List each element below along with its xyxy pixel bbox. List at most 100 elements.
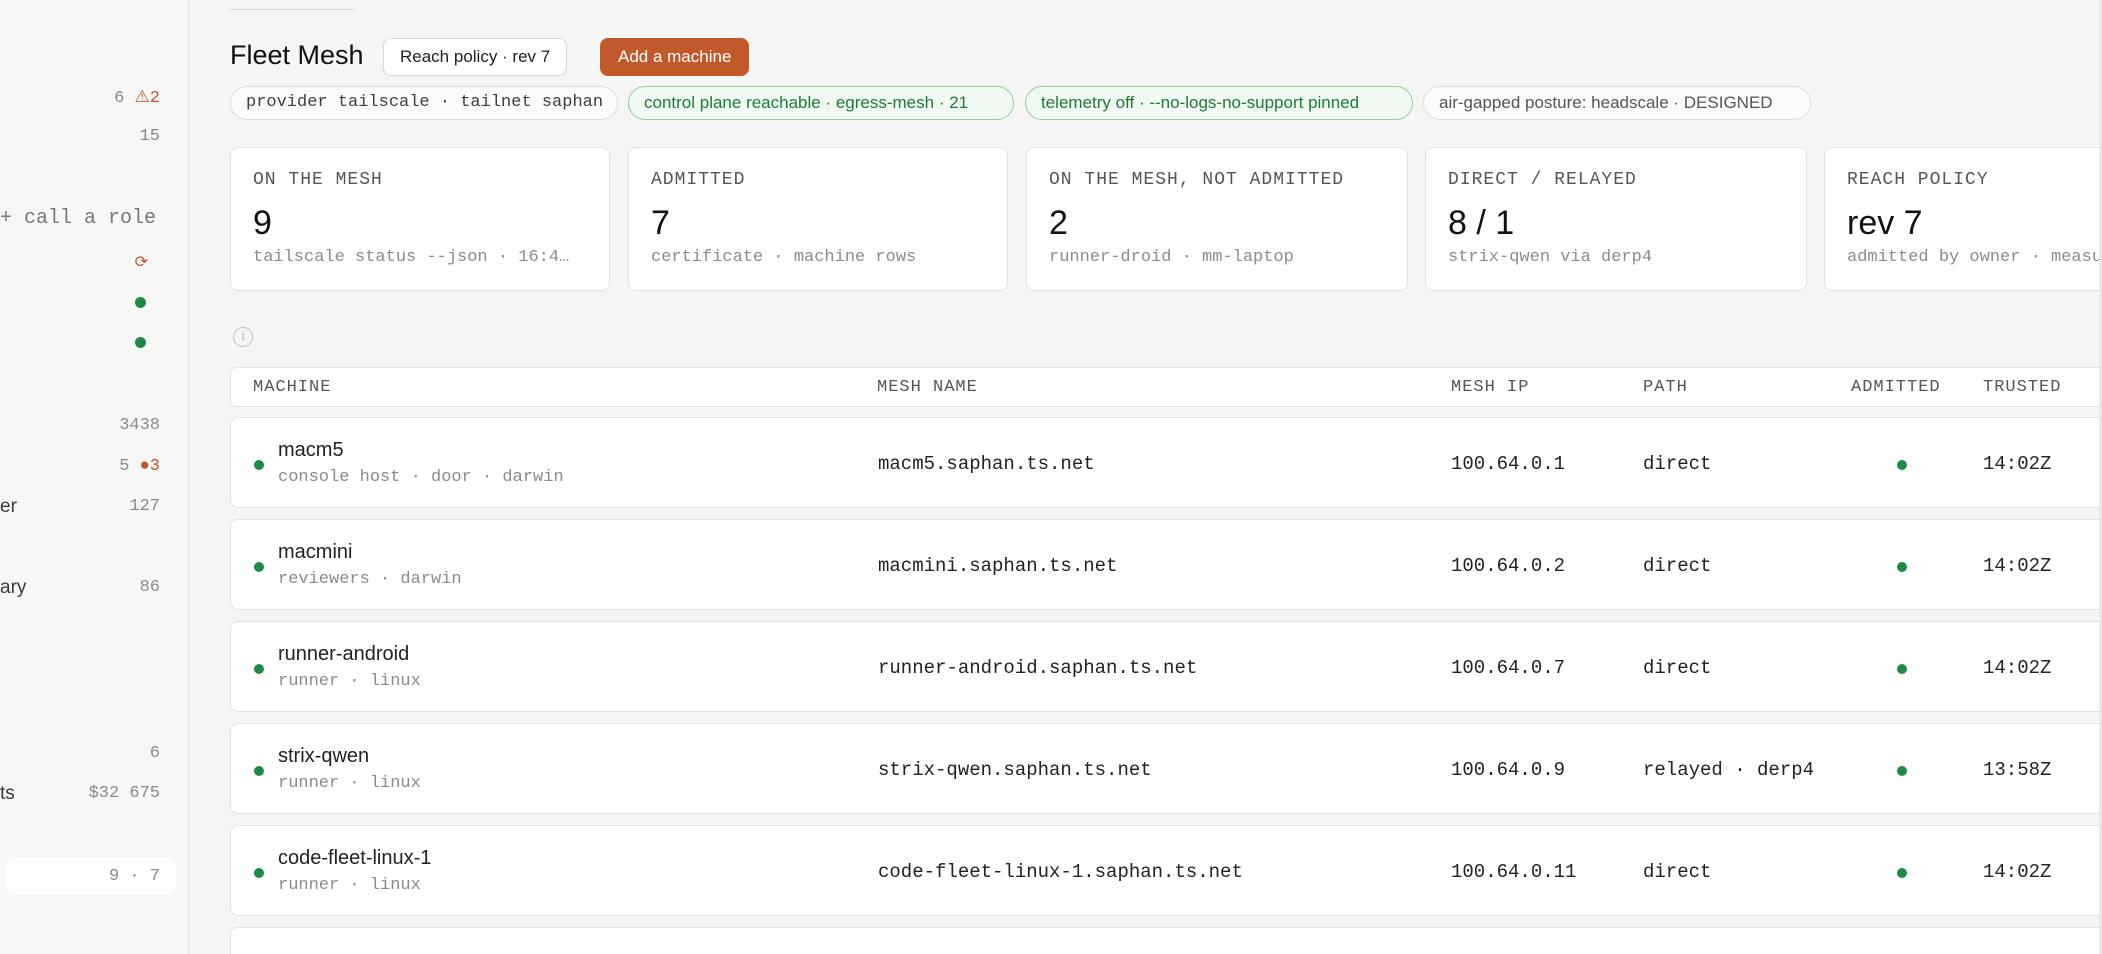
sidebar-item[interactable]: 6 bbox=[0, 737, 170, 767]
mesh-name: macmini.saphan.ts.net bbox=[878, 555, 1118, 577]
stat-label: DIRECT / RELAYED bbox=[1448, 170, 1637, 190]
machine-tags: reviewers · darwin bbox=[278, 570, 462, 589]
sidebar-item-count: 5 bbox=[119, 457, 140, 476]
admitted-status-icon bbox=[1897, 562, 1907, 572]
stat-sub: strix-qwen via derp4 bbox=[1448, 248, 1653, 267]
stat-card-reach-policy: REACH POLICY rev 7 admitted by owner · m… bbox=[1824, 147, 2102, 291]
control-plane-chip[interactable]: control plane reachable · egress-mesh · … bbox=[628, 86, 1014, 120]
stat-card-direct-relayed: DIRECT / RELAYED 8 / 1 strix-qwen via de… bbox=[1425, 147, 1807, 291]
sidebar-item[interactable] bbox=[0, 326, 170, 356]
sidebar-item[interactable]: er 127 bbox=[0, 490, 170, 520]
online-status-icon bbox=[254, 562, 264, 572]
stat-sub: runner-droid · mm-laptop bbox=[1049, 248, 1294, 267]
online-status-icon bbox=[254, 766, 264, 776]
column-header-machine[interactable]: MACHINE bbox=[253, 378, 331, 397]
summary-count: 9 · 7 bbox=[108, 867, 160, 886]
stat-sub: admitted by owner · measured bbox=[1847, 248, 2102, 267]
sidebar-item[interactable]: 3438 bbox=[0, 409, 170, 439]
trusted-time: 14:02Z bbox=[1983, 453, 2052, 475]
admitted-status-icon bbox=[1897, 766, 1907, 776]
stat-label: ON THE MESH bbox=[253, 170, 383, 190]
sidebar-item[interactable]: 5 ●3 bbox=[0, 450, 170, 480]
stat-label: ON THE MESH, NOT ADMITTED bbox=[1049, 170, 1345, 190]
mesh-ip: 100.64.0.2 bbox=[1451, 555, 1566, 577]
top-divider bbox=[230, 0, 354, 10]
sidebar-item-count: 127 bbox=[129, 497, 160, 516]
machine-name: macmini bbox=[278, 541, 353, 563]
table-row[interactable]: macm5 console host · door · darwin macm5… bbox=[230, 417, 2102, 508]
table-row[interactable]: strix-qwen runner · linux strix-qwen.sap… bbox=[230, 723, 2102, 814]
sidebar-item[interactable]: ⟳ bbox=[0, 246, 170, 276]
telemetry-chip[interactable]: telemetry off · --no-logs-no-support pin… bbox=[1025, 86, 1413, 120]
mesh-name: macm5.saphan.ts.net bbox=[878, 453, 1095, 475]
mesh-ip: 100.64.0.7 bbox=[1451, 657, 1566, 679]
sidebar-item[interactable] bbox=[0, 286, 170, 316]
sync-ring-icon: ⟳ bbox=[134, 254, 148, 271]
stat-card-not-admitted: ON THE MESH, NOT ADMITTED 2 runner-droid… bbox=[1026, 147, 1408, 291]
status-dot-icon bbox=[135, 337, 146, 348]
path: direct bbox=[1643, 555, 1712, 577]
sidebar-item[interactable]: 6 ⚠2 bbox=[0, 80, 170, 110]
stat-value: 2 bbox=[1049, 204, 1068, 242]
stat-value: 8 / 1 bbox=[1448, 204, 1515, 242]
reach-policy-button[interactable]: Reach policy · rev 7 bbox=[383, 38, 568, 76]
stat-label: REACH POLICY bbox=[1847, 170, 1989, 190]
sidebar-item-count: 86 bbox=[139, 578, 160, 597]
mesh-name: strix-qwen.saphan.ts.net bbox=[878, 759, 1152, 781]
provider-chip[interactable]: provider tailscale · tailnet saphan bbox=[230, 86, 618, 120]
online-status-icon bbox=[254, 664, 264, 674]
sidebar-item-count: $32 675 bbox=[88, 784, 160, 803]
machine-name: runner-android bbox=[278, 643, 410, 665]
add-machine-button[interactable]: Add a machine bbox=[600, 38, 750, 76]
trusted-time: 14:02Z bbox=[1983, 657, 2052, 679]
warning-count: ⚠2 bbox=[134, 89, 160, 108]
online-status-icon bbox=[254, 868, 264, 878]
machine-tags: runner · linux bbox=[278, 672, 421, 691]
sidebar-item-count: 15 bbox=[139, 127, 160, 146]
stat-card-admitted: ADMITTED 7 certificate · machine rows bbox=[628, 147, 1008, 291]
trusted-time: 14:02Z bbox=[1983, 555, 2052, 577]
info-icon[interactable]: i bbox=[233, 327, 253, 347]
table-row[interactable]: runner-android runner · linux runner-and… bbox=[230, 621, 2102, 712]
stat-sub: certificate · machine rows bbox=[651, 248, 917, 267]
admitted-status-icon bbox=[1897, 664, 1907, 674]
mesh-ip: 100.64.0.1 bbox=[1451, 453, 1566, 475]
posture-chip[interactable]: air-gapped posture: headscale · DESIGNED bbox=[1423, 86, 1811, 120]
stat-value: 7 bbox=[651, 204, 670, 242]
trusted-time: 14:02Z bbox=[1983, 861, 2052, 883]
sidebar-item-count: 6 bbox=[149, 744, 160, 763]
online-status-icon bbox=[254, 460, 264, 470]
call-role-link[interactable]: + call a role bbox=[0, 207, 156, 230]
column-header-path[interactable]: PATH bbox=[1643, 378, 1688, 397]
machine-tags: runner · linux bbox=[278, 876, 421, 895]
sidebar-item[interactable]: 15 bbox=[0, 120, 170, 150]
column-header-admitted[interactable]: ADMITTED bbox=[1851, 378, 1941, 397]
page-title: Fleet Mesh bbox=[230, 40, 364, 70]
mesh-name: code-fleet-linux-1.saphan.ts.net bbox=[878, 861, 1243, 883]
sidebar-item-count: 6 bbox=[114, 89, 135, 108]
table-row[interactable] bbox=[230, 927, 2102, 954]
sidebar-item-label: ary bbox=[0, 577, 27, 598]
table-header: MACHINE MESH NAME MESH IP PATH ADMITTED … bbox=[230, 367, 2102, 407]
machine-tags: console host · door · darwin bbox=[278, 468, 564, 487]
column-header-trusted[interactable]: TRUSTED bbox=[1983, 378, 2061, 397]
machine-name: strix-qwen bbox=[278, 745, 370, 767]
stat-value: 9 bbox=[253, 204, 272, 242]
machine-name: code-fleet-linux-1 bbox=[278, 847, 432, 869]
sidebar-summary-pill[interactable]: 9 · 7 bbox=[6, 858, 176, 894]
table-row[interactable]: code-fleet-linux-1 runner · linux code-f… bbox=[230, 825, 2102, 916]
sidebar-item[interactable]: ts $32 675 bbox=[0, 777, 170, 807]
sidebar: 6 ⚠2 15 + call a role ⟳ 3438 5 ●3 er 127… bbox=[0, 0, 189, 954]
stat-value: rev 7 bbox=[1847, 204, 1923, 242]
column-header-mesh-ip[interactable]: MESH IP bbox=[1451, 378, 1529, 397]
path: direct bbox=[1643, 861, 1712, 883]
mesh-name: runner-android.saphan.ts.net bbox=[878, 657, 1198, 679]
path: relayed · derp4 bbox=[1643, 759, 1815, 781]
trusted-time: 13:58Z bbox=[1983, 759, 2052, 781]
admitted-status-icon bbox=[1897, 460, 1907, 470]
table-row[interactable]: macmini reviewers · darwin macmini.sapha… bbox=[230, 519, 2102, 610]
status-dot-icon bbox=[135, 297, 146, 308]
column-header-mesh-name[interactable]: MESH NAME bbox=[877, 378, 978, 397]
sidebar-item[interactable]: ary 86 bbox=[0, 571, 170, 601]
mesh-ip: 100.64.0.9 bbox=[1451, 759, 1566, 781]
